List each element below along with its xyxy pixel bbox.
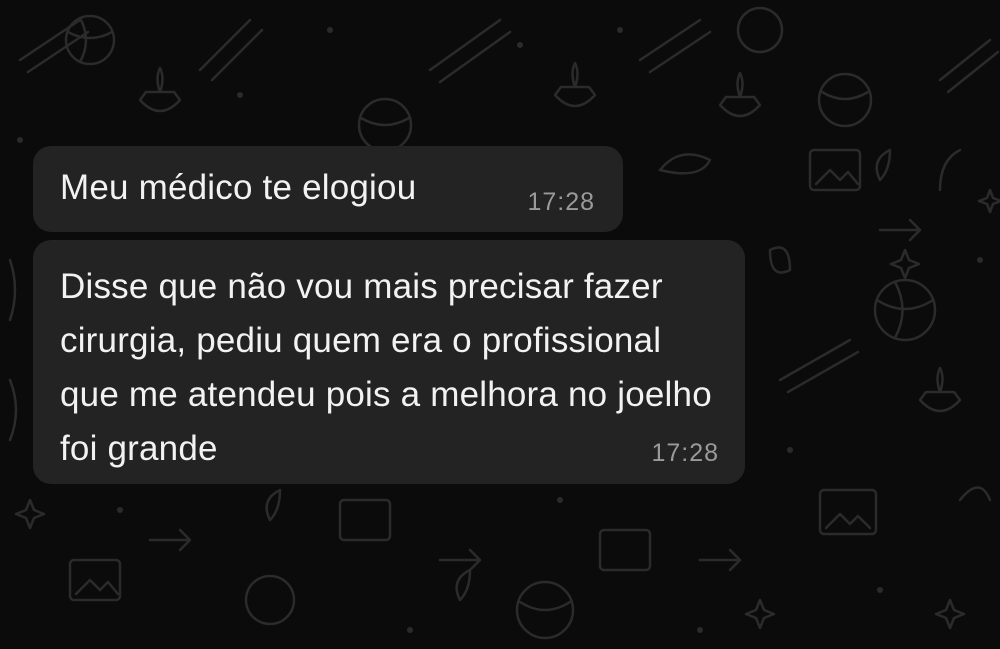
message-timestamp: 17:28 <box>651 439 719 467</box>
message-bubble[interactable]: Meu médico te elogiou 17:28 <box>33 146 623 232</box>
message-bubble[interactable]: Disse que não vou mais precisar fazer ci… <box>33 240 745 484</box>
message-timestamp: 17:28 <box>527 188 595 216</box>
message-text: Meu médico te elogiou <box>60 168 417 207</box>
message-text: Disse que não vou mais precisar fazer ci… <box>60 267 712 468</box>
